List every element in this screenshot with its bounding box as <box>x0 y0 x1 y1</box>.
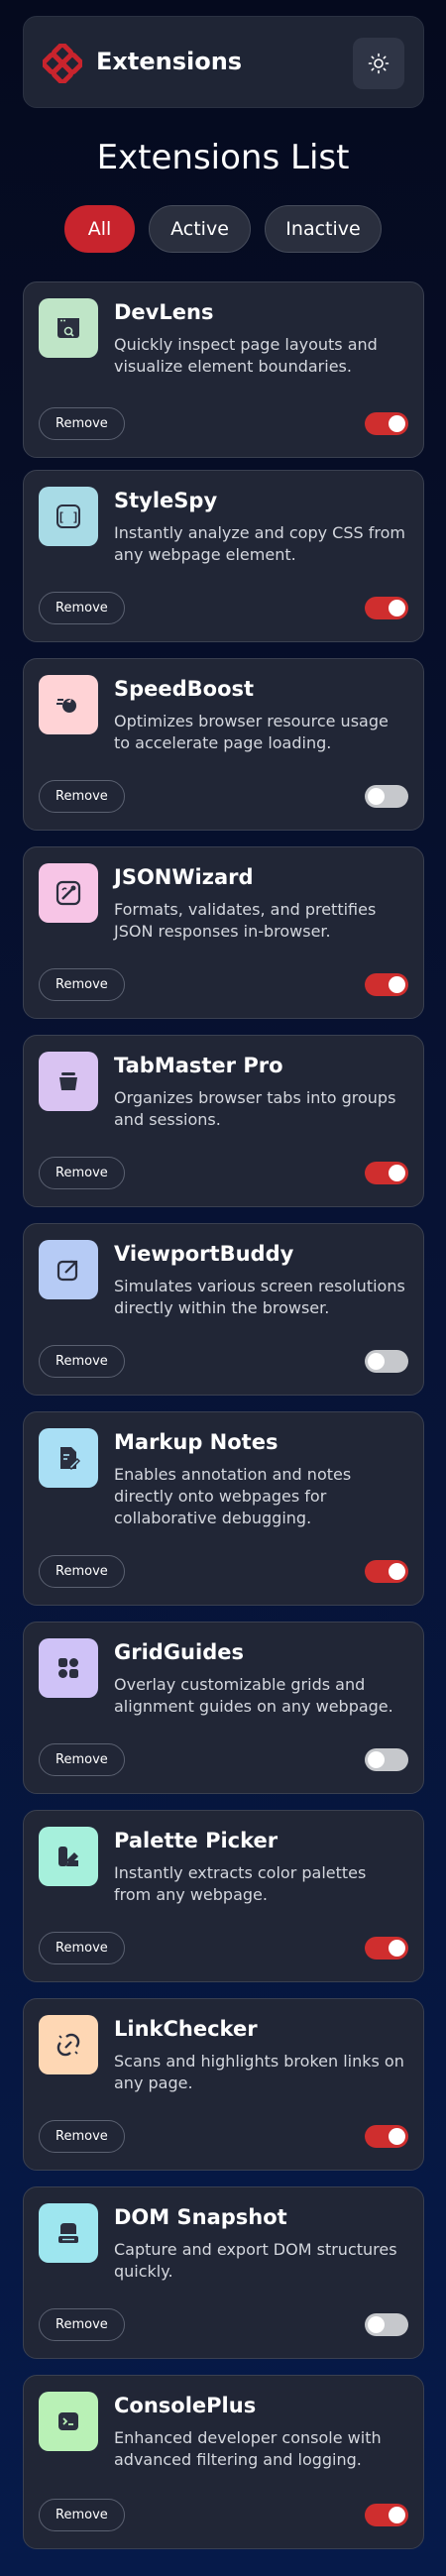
extension-description: Simulates various screen resolutions dir… <box>114 1277 405 1317</box>
extension-card: Palette Picker Instantly extracts color p… <box>23 1810 424 1982</box>
extension-name: TabMaster Pro <box>114 1054 283 1077</box>
enable-toggle[interactable] <box>365 2125 408 2148</box>
extension-description: Scans and highlights broken links on any… <box>114 2052 404 2092</box>
extension-card: DevLens Quickly inspect page layouts and … <box>23 281 424 458</box>
domsnapshot-icon <box>39 2203 98 2263</box>
enable-toggle[interactable] <box>365 2504 408 2526</box>
enable-toggle[interactable] <box>365 1560 408 1583</box>
sun-icon <box>368 53 390 74</box>
enable-toggle[interactable] <box>365 412 408 435</box>
extension-description: Formats, validates, and prettifies JSON … <box>114 900 377 941</box>
filter-all-button[interactable]: All <box>64 205 135 253</box>
filter-inactive-button[interactable]: Inactive <box>265 205 382 253</box>
filter-active-button[interactable]: Active <box>149 205 251 253</box>
extension-description: Instantly extracts color palettes from a… <box>114 1863 367 1904</box>
extension-description: Organizes browser tabs into groups and s… <box>114 1088 396 1129</box>
extension-card: Markup Notes Enables annotation and notes… <box>23 1411 424 1606</box>
toggle-knob <box>389 1563 405 1580</box>
remove-button[interactable]: Remove <box>39 2120 125 2153</box>
toggle-knob <box>368 788 385 805</box>
extension-name: LinkChecker <box>114 2017 258 2041</box>
devlens-icon <box>39 298 98 358</box>
extension-description: Optimizes browser resource usage to acce… <box>114 712 389 752</box>
jsonwizard-icon <box>39 863 98 923</box>
logo-icon <box>43 44 82 83</box>
toggle-knob <box>368 1353 385 1370</box>
extension-name: StyleSpy <box>114 489 218 512</box>
remove-button[interactable]: Remove <box>39 780 125 813</box>
extension-card: ConsolePlus Enhanced developer console wi… <box>23 2375 424 2549</box>
stylespy-icon: [ ] <box>39 487 98 546</box>
extension-name: Palette Picker <box>114 1829 279 1852</box>
app-header: Extensions <box>23 16 424 108</box>
enable-toggle[interactable] <box>365 597 408 619</box>
extension-name: Markup Notes <box>114 1430 279 1454</box>
tabmaster-icon <box>39 1052 98 1111</box>
extension-name: SpeedBoost <box>114 677 255 701</box>
enable-toggle[interactable] <box>365 2313 408 2336</box>
extension-description: Enables annotation and notes directly on… <box>114 1465 352 1527</box>
gridguides-icon <box>39 1638 98 1698</box>
toggle-knob <box>389 2128 405 2145</box>
remove-button[interactable]: Remove <box>39 1743 125 1776</box>
consoleplus-icon <box>39 2392 98 2451</box>
remove-button[interactable]: Remove <box>39 1157 125 1189</box>
toggle-knob <box>389 600 405 616</box>
extension-card: GridGuides Overlay customizable grids and… <box>23 1622 424 1794</box>
remove-button[interactable]: Remove <box>39 407 125 440</box>
toggle-knob <box>368 1751 385 1768</box>
enable-toggle[interactable] <box>365 1937 408 1960</box>
remove-button[interactable]: Remove <box>39 968 125 1001</box>
extension-card: DOM Snapshot Capture and export DOM struc… <box>23 2186 424 2359</box>
speedboost-icon <box>39 675 98 734</box>
extension-card: JSONWizard Formats, validates, and pretti… <box>23 846 424 1019</box>
remove-button[interactable]: Remove <box>39 1345 125 1378</box>
viewportbuddy-icon <box>39 1240 98 1299</box>
palettepicker-icon <box>39 1827 98 1886</box>
theme-toggle-button[interactable] <box>353 38 404 89</box>
enable-toggle[interactable] <box>365 973 408 996</box>
filter-bar: All Active Inactive <box>0 205 446 253</box>
extension-description: Enhanced developer console with advanced… <box>114 2428 382 2469</box>
extension-name: DOM Snapshot <box>114 2205 287 2229</box>
extension-name: ConsolePlus <box>114 2394 257 2417</box>
remove-button[interactable]: Remove <box>39 592 125 624</box>
linkchecker-icon <box>39 2015 98 2074</box>
enable-toggle[interactable] <box>365 1748 408 1771</box>
extension-card: TabMaster Pro Organizes browser tabs into… <box>23 1035 424 1207</box>
extension-description: Instantly analyze and copy CSS from any … <box>114 523 405 564</box>
toggle-knob <box>389 1940 405 1957</box>
extension-card: SpeedBoost Optimizes browser resource usa… <box>23 658 424 831</box>
toggle-knob <box>389 415 405 432</box>
enable-toggle[interactable] <box>365 1350 408 1373</box>
toggle-knob <box>389 976 405 993</box>
markupnotes-icon <box>39 1428 98 1488</box>
enable-toggle[interactable] <box>365 1162 408 1184</box>
enable-toggle[interactable] <box>365 785 408 808</box>
remove-button[interactable]: Remove <box>39 1932 125 1964</box>
logo-text: Extensions <box>96 48 243 75</box>
remove-button[interactable]: Remove <box>39 1555 125 1588</box>
remove-button[interactable]: Remove <box>39 2499 125 2531</box>
extension-name: DevLens <box>114 300 214 324</box>
extension-card: [ ] StyleSpy Instantly analyze and copy CS… <box>23 470 424 642</box>
toggle-knob <box>389 1165 405 1181</box>
extension-name: JSONWizard <box>114 865 254 889</box>
extension-card: ViewportBuddy Simulates various screen re… <box>23 1223 424 1396</box>
page-title: Extensions List <box>96 138 350 177</box>
extension-name: ViewportBuddy <box>114 1242 294 1266</box>
extension-name: GridGuides <box>114 1640 244 1664</box>
toggle-knob <box>368 2316 385 2333</box>
extension-card: LinkChecker Scans and highlights broken l… <box>23 1998 424 2171</box>
remove-button[interactable]: Remove <box>39 2308 125 2341</box>
extension-description: Quickly inspect page layouts and visuali… <box>114 335 378 376</box>
extension-description: Overlay customizable grids and alignment… <box>114 1675 393 1716</box>
svg-text:[ ]: [ ] <box>57 510 79 524</box>
extension-description: Capture and export DOM structures quickl… <box>114 2240 397 2281</box>
toggle-knob <box>389 2507 405 2523</box>
